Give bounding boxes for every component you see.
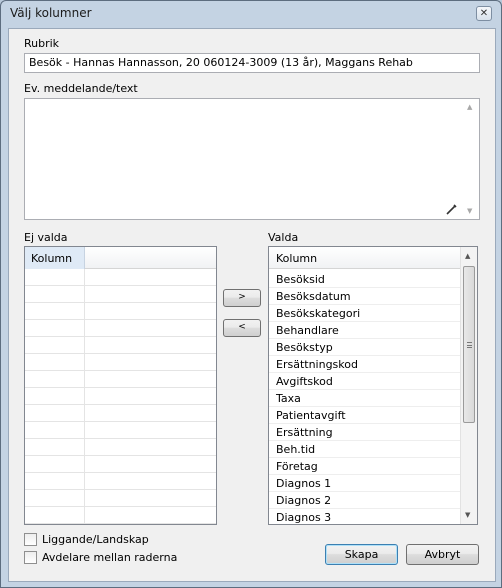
empty-row: [25, 303, 216, 320]
cancel-button[interactable]: Avbryt: [406, 544, 479, 565]
ej-valda-label: Ej valda: [24, 231, 68, 244]
list-item[interactable]: Besökstyp: [269, 339, 461, 356]
close-icon: ✕: [479, 8, 489, 19]
title-bar[interactable]: Välj kolumner ✕: [1, 1, 501, 27]
move-left-button[interactable]: <: [223, 319, 261, 337]
valda-label: Valda: [268, 231, 299, 244]
ej-valda-column-header[interactable]: Kolumn: [25, 247, 85, 269]
empty-row: [25, 286, 216, 303]
row-dividers-checkbox[interactable]: [24, 550, 37, 564]
move-right-button[interactable]: >: [223, 289, 261, 307]
list-item[interactable]: Besöksdatum: [269, 288, 461, 305]
empty-row: [25, 405, 216, 422]
empty-row: [25, 473, 216, 490]
empty-row: [25, 439, 216, 456]
row-dividers-label[interactable]: Avdelare mellan raderna: [42, 551, 177, 564]
empty-row: [25, 490, 216, 507]
grip-icon: [467, 342, 472, 348]
ej-valda-header: Kolumn: [25, 247, 216, 269]
list-item[interactable]: Besöksid: [269, 271, 461, 288]
scroll-down-icon[interactable]: ▼: [465, 511, 470, 519]
landscape-checkbox[interactable]: [24, 532, 37, 546]
message-textarea[interactable]: ▲ ▼: [24, 98, 480, 220]
empty-row: [25, 456, 216, 473]
list-item[interactable]: Taxa: [269, 390, 461, 407]
valda-column-header[interactable]: Kolumn: [269, 247, 461, 269]
list-item[interactable]: Behandlare: [269, 322, 461, 339]
list-item[interactable]: Ersättning: [269, 424, 461, 441]
list-item[interactable]: Besökskategori: [269, 305, 461, 322]
dialog-window: Välj kolumner ✕ Rubrik Besök - Hannas Ha…: [0, 0, 502, 588]
empty-row: [25, 337, 216, 354]
list-item[interactable]: Patientavgift: [269, 407, 461, 424]
pen-icon[interactable]: [446, 204, 457, 215]
list-item[interactable]: Diagnos 1: [269, 475, 461, 492]
rubrik-input[interactable]: Besök - Hannas Hannasson, 20 060124-3009…: [24, 53, 480, 73]
message-scrollbar[interactable]: ▲ ▼: [463, 99, 479, 219]
ej-valda-rows: [25, 269, 216, 524]
empty-row: [25, 269, 216, 286]
scrollbar-thumb[interactable]: [463, 266, 475, 423]
empty-row: [25, 371, 216, 388]
empty-row: [25, 422, 216, 439]
list-item[interactable]: Diagnos 2: [269, 492, 461, 509]
empty-row: [25, 388, 216, 405]
list-item[interactable]: Diagnos 3: [269, 509, 461, 524]
scroll-down-icon[interactable]: ▼: [467, 207, 472, 215]
rubrik-label: Rubrik: [24, 37, 60, 50]
valda-list[interactable]: Kolumn Besöksid Besöksdatum Besökskatego…: [268, 246, 478, 525]
ej-valda-list[interactable]: Kolumn: [24, 246, 217, 525]
dialog-content: Rubrik Besök - Hannas Hannasson, 20 0601…: [8, 28, 496, 582]
message-label: Ev. meddelande/text: [24, 82, 138, 95]
valda-rows: Besöksid Besöksdatum Besökskategori Beha…: [269, 271, 461, 524]
empty-row: [25, 320, 216, 337]
row-dividers-option[interactable]: Avdelare mellan raderna: [24, 550, 177, 564]
landscape-option[interactable]: Liggande/Landskap: [24, 532, 149, 546]
scroll-up-icon[interactable]: ▲: [467, 103, 472, 111]
list-item[interactable]: Företag: [269, 458, 461, 475]
list-item[interactable]: Avgiftskod: [269, 373, 461, 390]
empty-row: [25, 507, 216, 524]
landscape-label[interactable]: Liggande/Landskap: [42, 533, 149, 546]
create-button[interactable]: Skapa: [325, 544, 398, 565]
close-button[interactable]: ✕: [476, 6, 492, 21]
window-title: Välj kolumner: [10, 6, 92, 20]
list-item[interactable]: Ersättningskod: [269, 356, 461, 373]
empty-row: [25, 354, 216, 371]
scroll-up-icon[interactable]: ▲: [465, 252, 470, 260]
valda-scrollbar[interactable]: ▲ ▼: [460, 247, 477, 524]
list-item[interactable]: Beh.tid: [269, 441, 461, 458]
